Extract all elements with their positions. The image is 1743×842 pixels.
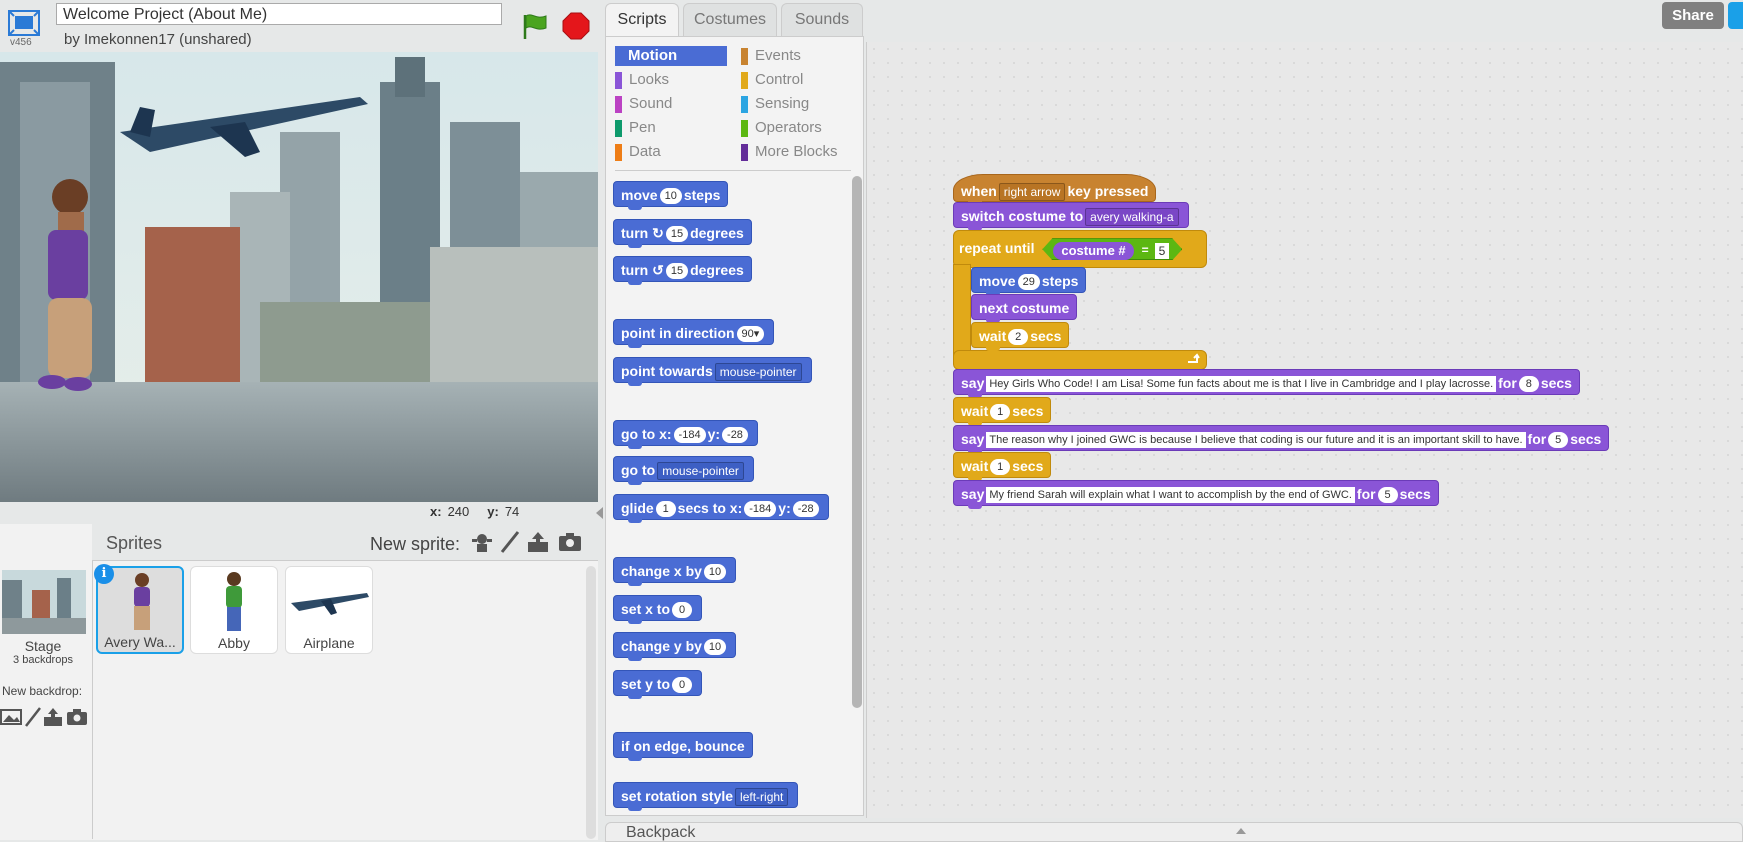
sprites-title: Sprites bbox=[106, 533, 163, 553]
script-say-3[interactable]: say My friend Sarah will explain what I w… bbox=[953, 480, 1439, 509]
palette-rotation-style-block[interactable]: set rotation style left-right bbox=[613, 782, 799, 811]
camera-backdrop-icon[interactable] bbox=[66, 706, 88, 728]
category-data[interactable]: Data bbox=[615, 142, 727, 162]
script-wait-2[interactable]: wait 1 secs bbox=[953, 452, 1052, 481]
stage-label: Stage bbox=[24, 638, 62, 654]
script-switch-costume[interactable]: switch costume to avery walking-a bbox=[953, 202, 1189, 231]
palette-go-to-xy-block[interactable]: go to x: -184 y: -28 bbox=[613, 420, 758, 449]
palette-go-to-block[interactable]: go to mouse-pointer bbox=[613, 456, 754, 485]
stage-coordinates: x: 240 y: 74 bbox=[430, 504, 520, 519]
palette-glide-block[interactable]: glide 1 secs to x: -184 y: -28 bbox=[613, 494, 829, 523]
category-pen[interactable]: Pen bbox=[615, 118, 727, 138]
turn-left-icon: ↺ bbox=[652, 262, 664, 278]
palette-point-direction-block[interactable]: point in direction 90▾ bbox=[613, 319, 775, 348]
script-wait-inner[interactable]: wait 2 secs bbox=[971, 322, 1070, 351]
paint-backdrop-icon[interactable] bbox=[22, 706, 44, 728]
share-button[interactable]: Share bbox=[1662, 2, 1724, 29]
script-say-2[interactable]: say The reason why I joined GWC is becaus… bbox=[953, 425, 1610, 454]
new-sprite-label: New sprite: bbox=[370, 534, 461, 554]
sprite-name: Airplane bbox=[303, 635, 355, 651]
backpack-label: Backpack bbox=[626, 824, 696, 841]
tab-scripts[interactable]: Scripts bbox=[605, 3, 679, 36]
category-operators[interactable]: Operators bbox=[741, 118, 853, 138]
palette-turn-left-block[interactable]: turn ↺ 15 degrees bbox=[613, 256, 752, 285]
project-title-input[interactable]: Welcome Project (About Me) bbox=[56, 3, 502, 25]
sprite-name: Abby bbox=[218, 635, 250, 651]
turn-right-icon: ↻ bbox=[652, 225, 664, 241]
script-when-key-pressed[interactable]: when right arrow key pressed bbox=[953, 174, 1157, 205]
paint-brush-icon[interactable] bbox=[498, 530, 522, 554]
airplane-thumbnail bbox=[291, 593, 369, 615]
backpack-panel[interactable] bbox=[605, 822, 1743, 842]
green-flag-icon[interactable] bbox=[520, 12, 550, 40]
palette-move-block[interactable]: move 10 steps bbox=[613, 181, 729, 210]
fullscreen-icon[interactable] bbox=[8, 10, 40, 38]
collapse-stage-icon[interactable] bbox=[594, 506, 604, 520]
sprite-name: Avery Wa... bbox=[104, 634, 176, 650]
new-backdrop-label: New backdrop: bbox=[2, 684, 83, 698]
palette-bounce-block[interactable]: if on edge, bounce bbox=[613, 732, 753, 761]
upload-icon[interactable] bbox=[526, 530, 550, 554]
category-sound[interactable]: Sound bbox=[615, 94, 727, 114]
script-say-1[interactable]: say Hey Girls Who Code! I am Lisa! Some f… bbox=[953, 369, 1580, 398]
palette-change-y-block[interactable]: change y by 10 bbox=[613, 632, 737, 661]
backdrop-library-icon[interactable] bbox=[0, 706, 22, 728]
project-byline: by Imekonnen17 (unshared) bbox=[64, 31, 252, 48]
category-sensing[interactable]: Sensing bbox=[741, 94, 853, 114]
palette-divider bbox=[615, 170, 851, 171]
upload-backdrop-icon[interactable] bbox=[42, 706, 64, 728]
script-move-block[interactable]: move 29 steps bbox=[971, 267, 1087, 296]
tab-costumes[interactable]: Costumes bbox=[683, 3, 777, 36]
version-label: v456 bbox=[10, 37, 32, 48]
category-more-blocks[interactable]: More Blocks bbox=[741, 142, 853, 162]
stop-icon[interactable] bbox=[562, 12, 590, 40]
camera-icon[interactable] bbox=[558, 530, 582, 554]
account-button[interactable] bbox=[1728, 2, 1743, 29]
palette-set-x-block[interactable]: set x to 0 bbox=[613, 595, 703, 624]
sprite-info-icon[interactable]: i bbox=[94, 564, 114, 584]
sprite-list-scrollbar[interactable] bbox=[586, 566, 596, 839]
costume-number-reporter[interactable]: costume # bbox=[1053, 242, 1133, 260]
palette-set-y-block[interactable]: set y to 0 bbox=[613, 670, 703, 699]
palette-turn-right-block[interactable]: turn ↻ 15 degrees bbox=[613, 219, 752, 248]
tab-sounds[interactable]: Sounds bbox=[781, 3, 863, 36]
category-looks[interactable]: Looks bbox=[615, 70, 727, 90]
repeat-until-arm bbox=[953, 264, 971, 362]
repeat-until-foot bbox=[953, 350, 1207, 370]
repeat-until-header: repeat until costume # = 5 bbox=[959, 236, 1182, 260]
expand-backpack-icon[interactable] bbox=[1236, 828, 1246, 834]
loop-arrow-icon bbox=[1188, 353, 1200, 363]
stage-backdrops-count: 3 backdrops bbox=[13, 654, 73, 666]
palette-scrollbar[interactable] bbox=[852, 176, 862, 708]
palette-change-x-block[interactable]: change x by 10 bbox=[613, 557, 737, 586]
sprite-tile-abby[interactable]: Abby bbox=[190, 566, 278, 654]
abby-thumbnail bbox=[226, 572, 242, 631]
avery-thumbnail bbox=[134, 573, 150, 630]
category-motion[interactable]: Motion bbox=[615, 46, 727, 66]
sprite-library-icon[interactable] bbox=[470, 530, 494, 554]
script-wait-1[interactable]: wait 1 secs bbox=[953, 397, 1052, 426]
stage-canvas[interactable] bbox=[0, 52, 598, 502]
sprites-header bbox=[92, 524, 598, 561]
category-control[interactable]: Control bbox=[741, 70, 853, 90]
palette-point-towards-block[interactable]: point towards mouse-pointer bbox=[613, 357, 812, 386]
category-events[interactable]: Events bbox=[741, 46, 853, 66]
stage-thumbnail[interactable] bbox=[2, 570, 86, 634]
sprite-tile-airplane[interactable]: Airplane bbox=[285, 566, 373, 654]
script-next-costume[interactable]: next costume bbox=[971, 294, 1078, 323]
